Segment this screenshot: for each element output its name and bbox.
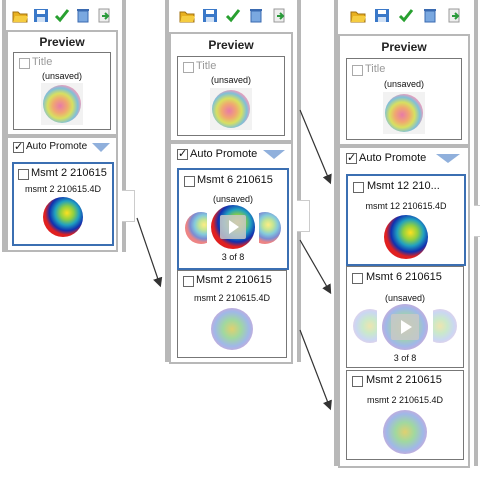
title-label: Title (196, 60, 217, 72)
panel-tab (122, 190, 135, 222)
toolbar (338, 6, 474, 26)
dropdown-arrow-icon[interactable] (436, 154, 460, 163)
open-folder-icon[interactable] (350, 8, 366, 23)
panel-3: Preview Title (unsaved) Auto Promote Msm… (334, 0, 480, 468)
card-checkbox[interactable] (352, 376, 363, 387)
preview-thumbnail (41, 83, 83, 125)
measurement-card[interactable]: Msmt 12 210... msmt 12 210615.4D (346, 174, 466, 266)
arrow-1 (136, 217, 163, 288)
panel-1: Preview Title (unsaved) Auto Promote Msm… (2, 0, 135, 252)
arrow-4 (299, 329, 332, 411)
open-folder-icon[interactable] (179, 8, 195, 23)
card-checkbox[interactable] (353, 182, 364, 193)
play-icon[interactable] (220, 215, 246, 239)
card-checkbox[interactable] (18, 169, 29, 180)
play-icon[interactable] (391, 314, 419, 340)
title-label: Title (365, 63, 386, 75)
results-section: Auto Promote Msmt 2 210615 msmt 2 210615… (6, 136, 118, 252)
save-icon[interactable] (33, 8, 49, 23)
preview-section: Preview Title (unsaved) (338, 34, 470, 146)
slide-counter: 3 of 8 (393, 353, 417, 363)
preview-thumbnail (383, 92, 425, 134)
card-filename: msmt 2 210615.4D (193, 293, 271, 303)
card-checkbox[interactable] (352, 273, 363, 284)
toolbar (169, 6, 297, 26)
card-title: Msmt 6 210615 (197, 174, 273, 186)
card-checkbox[interactable] (183, 276, 194, 287)
card-filename: msmt 12 210615.4D (365, 201, 447, 211)
preview-thumbnail (210, 88, 252, 130)
card-status: (unsaved) (212, 194, 254, 204)
card-title: Msmt 2 210615 (366, 374, 442, 386)
delete-icon[interactable] (248, 8, 264, 23)
card-title: Msmt 2 210615 (196, 274, 272, 286)
auto-promote-label: Auto Promote (26, 141, 88, 152)
save-icon[interactable] (374, 8, 390, 23)
measurement-thumbnail (43, 197, 83, 237)
measurement-card[interactable]: Msmt 2 210615 msmt 2 210615.4D (12, 162, 114, 246)
measurement-card[interactable]: Msmt 2 210615 msmt 2 210615.4D (346, 370, 464, 460)
auto-promote-checkbox[interactable] (346, 151, 357, 164)
panel-2: Preview Title (unsaved) Auto Promote Msm… (165, 0, 310, 364)
card-checkbox[interactable] (184, 176, 195, 187)
arrow-2 (299, 109, 332, 185)
panel-tab (474, 205, 480, 237)
export-icon[interactable] (446, 8, 462, 23)
title-checkbox[interactable] (19, 58, 30, 69)
dropdown-arrow-icon[interactable] (92, 143, 110, 152)
auto-promote-label: Auto Promote (359, 152, 427, 164)
prev-thumbnail[interactable] (353, 307, 377, 345)
card-filename: msmt 2 210615.4D (366, 395, 444, 405)
checkmark-icon[interactable] (225, 8, 241, 23)
measurement-thumbnail (384, 215, 428, 259)
measurement-card[interactable]: Msmt 6 210615 (unsaved) 3 of 8 (177, 168, 289, 270)
auto-promote-checkbox[interactable] (13, 140, 24, 153)
preview-section: Preview Title (unsaved) (6, 30, 118, 136)
results-section: Auto Promote Msmt 12 210... msmt 12 2106… (338, 146, 470, 468)
export-icon[interactable] (96, 8, 112, 23)
panel-tab (297, 200, 310, 232)
delete-icon[interactable] (75, 8, 91, 23)
unsaved-label: (unsaved) (383, 79, 425, 89)
card-title: Msmt 6 210615 (366, 271, 442, 283)
card-title: Msmt 2 210615 (31, 167, 107, 179)
save-icon[interactable] (202, 8, 218, 23)
prev-thumbnail[interactable] (185, 210, 207, 246)
preview-card[interactable]: Title (unsaved) (177, 56, 285, 136)
unsaved-label: (unsaved) (41, 71, 83, 81)
unsaved-label: (unsaved) (210, 75, 252, 85)
delete-icon[interactable] (422, 8, 438, 23)
next-thumbnail[interactable] (433, 307, 457, 345)
card-filename: msmt 2 210615.4D (24, 184, 102, 194)
next-thumbnail[interactable] (259, 210, 281, 246)
open-folder-icon[interactable] (12, 8, 28, 23)
title-label: Title (32, 56, 53, 68)
preview-card[interactable]: Title (unsaved) (13, 52, 111, 130)
auto-promote-label: Auto Promote (190, 148, 258, 160)
measurement-thumbnail (211, 308, 253, 350)
checkmark-icon[interactable] (398, 8, 414, 23)
dropdown-arrow-icon[interactable] (263, 150, 285, 159)
slide-counter: 3 of 8 (221, 252, 245, 262)
card-status: (unsaved) (384, 293, 426, 303)
measurement-card[interactable]: Msmt 2 210615 msmt 2 210615.4D (177, 270, 287, 358)
arrow-3 (299, 239, 332, 295)
preview-heading: Preview (381, 40, 427, 54)
preview-heading: Preview (39, 35, 85, 49)
preview-section: Preview Title (unsaved) (169, 32, 293, 142)
preview-heading: Preview (208, 38, 254, 52)
card-title: Msmt 12 210... (367, 180, 440, 192)
measurement-thumbnail (383, 410, 427, 454)
auto-promote-checkbox[interactable] (177, 147, 188, 160)
export-icon[interactable] (271, 8, 287, 23)
checkmark-icon[interactable] (54, 8, 70, 23)
preview-card[interactable]: Title (unsaved) (346, 58, 462, 140)
title-checkbox[interactable] (183, 62, 194, 73)
title-checkbox[interactable] (352, 65, 363, 76)
results-section: Auto Promote Msmt 6 210615 (unsaved) 3 o… (169, 142, 293, 364)
toolbar (6, 6, 122, 26)
measurement-card[interactable]: Msmt 6 210615 (unsaved) 3 of 8 (346, 266, 464, 368)
